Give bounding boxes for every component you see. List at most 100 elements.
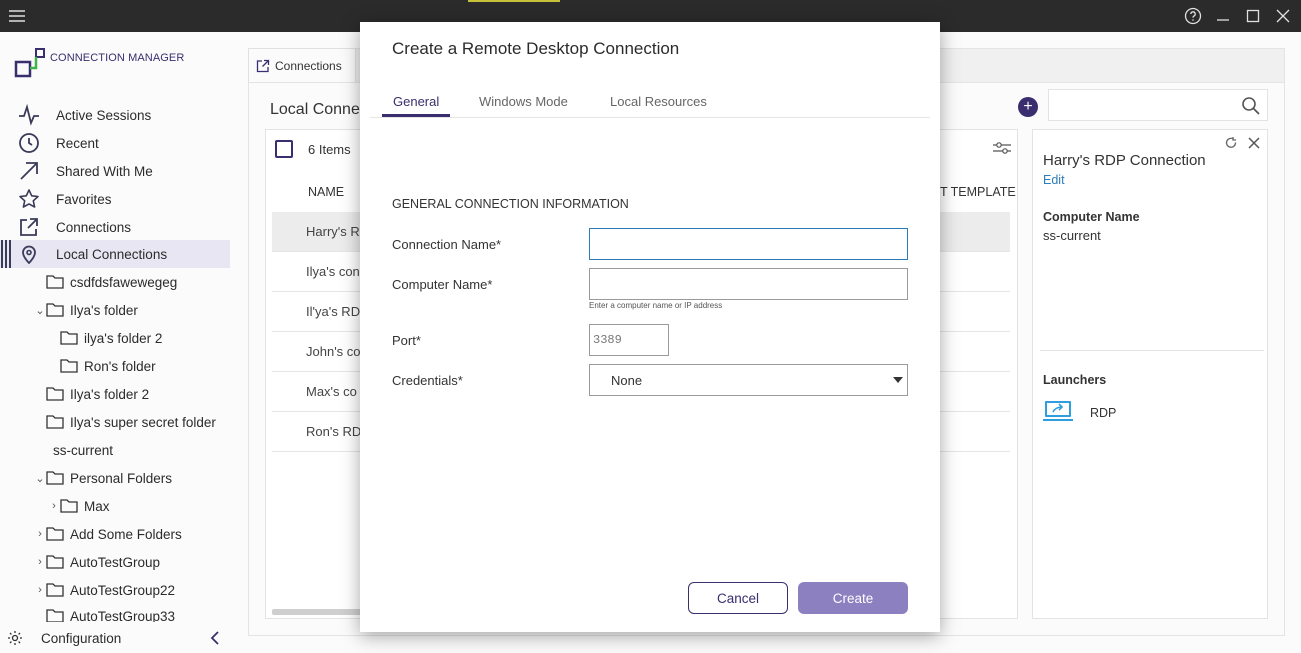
port-input[interactable]: 3389 [589,324,669,356]
tree-folder-autotestgroup33[interactable]: AutoTestGroup33 [34,604,175,622]
nav-local-connections[interactable]: Local Connections [0,240,230,268]
rdp-launcher-label[interactable]: RDP [1090,406,1116,420]
sidebar: CONNECTION MANAGER Active Sessions Recen… [0,32,230,653]
folder-icon [60,359,78,373]
titlebar-accent [468,0,560,2]
tabs-divider [370,117,930,118]
row-name: Ilya's con [306,264,360,279]
drag-handle[interactable] [1,240,13,268]
tree-label: Ron's folder [84,358,156,374]
tree-folder-ilyas-folder[interactable]: ⌄ Ilya's folder [34,296,137,324]
tree-folder-autotestgroup22[interactable]: › AutoTestGroup22 [34,576,175,604]
credentials-label: Credentials* [392,373,463,388]
column-header-template[interactable]: T TEMPLATE [940,185,1016,199]
star-icon [17,187,41,211]
configuration-link[interactable]: Configuration [41,631,121,646]
connection-name-label: Connection Name* [392,237,502,252]
minimize-icon[interactable] [1214,7,1232,25]
nav-favorites[interactable]: Favorites [0,185,230,213]
close-window-icon[interactable] [1274,7,1292,25]
computer-name-input[interactable] [589,268,908,300]
horizontal-scrollbar[interactable] [272,609,362,615]
search-icon[interactable] [1241,96,1261,116]
row-name: Max's co [306,384,357,399]
tree-label: csdfdsfawewegeg [70,274,178,290]
details-divider [1040,350,1264,351]
tree-connection-ss-current[interactable]: ss-current [53,436,113,464]
chevron-right-icon[interactable]: › [34,556,46,568]
chevron-down-icon[interactable]: ⌄ [34,472,46,485]
close-icon[interactable] [1247,136,1261,150]
credentials-select[interactable]: None [589,364,908,396]
clock-icon [17,131,41,155]
tab-connections[interactable]: Connections [248,48,356,82]
computer-name-hint: Enter a computer name or IP address [589,301,723,310]
add-button[interactable]: + [1018,97,1038,117]
tree-folder-add-some-folders[interactable]: › Add Some Folders [34,520,182,548]
nav-label: Active Sessions [56,107,152,123]
dropdown-caret-icon [893,377,903,383]
tab-windows-mode[interactable]: Windows Mode [479,94,568,109]
filter-sliders-icon[interactable] [992,140,1012,156]
chevron-right-icon[interactable]: › [48,500,60,512]
tree-folder-ilyas-folder-2[interactable]: Ilya's folder 2 [34,380,149,408]
folder-icon [46,555,64,569]
computer-name-value: ss-current [1043,228,1101,243]
tree-label: AutoTestGroup22 [70,582,176,598]
map-pin-icon [17,242,41,266]
nav-active-sessions[interactable]: Active Sessions [0,101,230,129]
tree-folder-autotestgroup[interactable]: › AutoTestGroup [34,548,160,576]
tree-label: Add Some Folders [70,526,182,542]
chevron-down-icon[interactable]: ⌄ [34,304,46,317]
tab-local-resources[interactable]: Local Resources [610,94,707,109]
select-all-checkbox[interactable] [275,140,293,158]
chevron-right-icon[interactable]: › [34,584,46,596]
tree-folder-rons-folder[interactable]: Ron's folder [48,352,156,380]
maximize-icon[interactable] [1244,7,1262,25]
tree-label: AutoTestGroup [70,554,161,570]
external-link-icon [17,215,41,239]
row-name: Harry's R [306,224,360,239]
tree-label: ilya's folder 2 [84,330,163,346]
folder-icon [46,527,64,541]
tab-general[interactable]: General [393,94,439,109]
gear-icon[interactable] [7,630,23,646]
tree-folder-max[interactable]: › Max [48,492,110,520]
connection-name-input[interactable] [589,228,908,260]
tree-label: Ilya's super secret folder [70,414,216,430]
nav-label: Favorites [56,191,112,207]
dialog-title: Create a Remote Desktop Connection [392,39,680,58]
computer-name-label: Computer Name [1043,210,1140,224]
column-header-name[interactable]: NAME [308,185,344,199]
computer-name-label: Computer Name* [392,277,493,292]
arrow-up-right-icon [17,159,41,183]
nav-label: Local Connections [56,246,168,262]
tree-label: Max [84,498,110,514]
refresh-icon[interactable] [1224,136,1238,150]
cancel-button[interactable]: Cancel [688,582,788,614]
chevron-right-icon[interactable]: › [34,528,46,540]
logo-icon [14,48,46,80]
tree-folder-csdfdsfawewegeg[interactable]: csdfdsfawewegeg [34,268,177,296]
search-input[interactable] [1048,89,1268,121]
edit-link[interactable]: Edit [1043,173,1065,187]
brand-name: CONNECTION MANAGER [50,52,185,64]
folder-icon [46,471,64,485]
nav-connections[interactable]: Connections [0,213,230,241]
tree-folder-ilyas-super-secret-folder[interactable]: Ilya's super secret folder [34,408,216,436]
tree-folder-personal-folders[interactable]: ⌄ Personal Folders [34,464,172,492]
nav-recent[interactable]: Recent [0,129,230,157]
nav-shared-with-me[interactable]: Shared With Me [0,157,230,185]
hamburger-menu-icon[interactable] [8,7,26,25]
folder-icon [60,331,78,345]
tree-folder-ilyas-folder-2-sub[interactable]: ilya's folder 2 [48,324,162,352]
create-button[interactable]: Create [798,582,908,614]
page-title: Local Connec [270,101,368,118]
help-icon[interactable] [1184,7,1202,25]
items-count: 6 Items [308,142,351,157]
folder-icon [46,415,64,429]
rdp-launcher-icon[interactable] [1043,399,1073,423]
collapse-sidebar-icon[interactable] [208,630,222,646]
sidebar-footer: Configuration [0,624,230,652]
folder-icon [46,609,64,622]
